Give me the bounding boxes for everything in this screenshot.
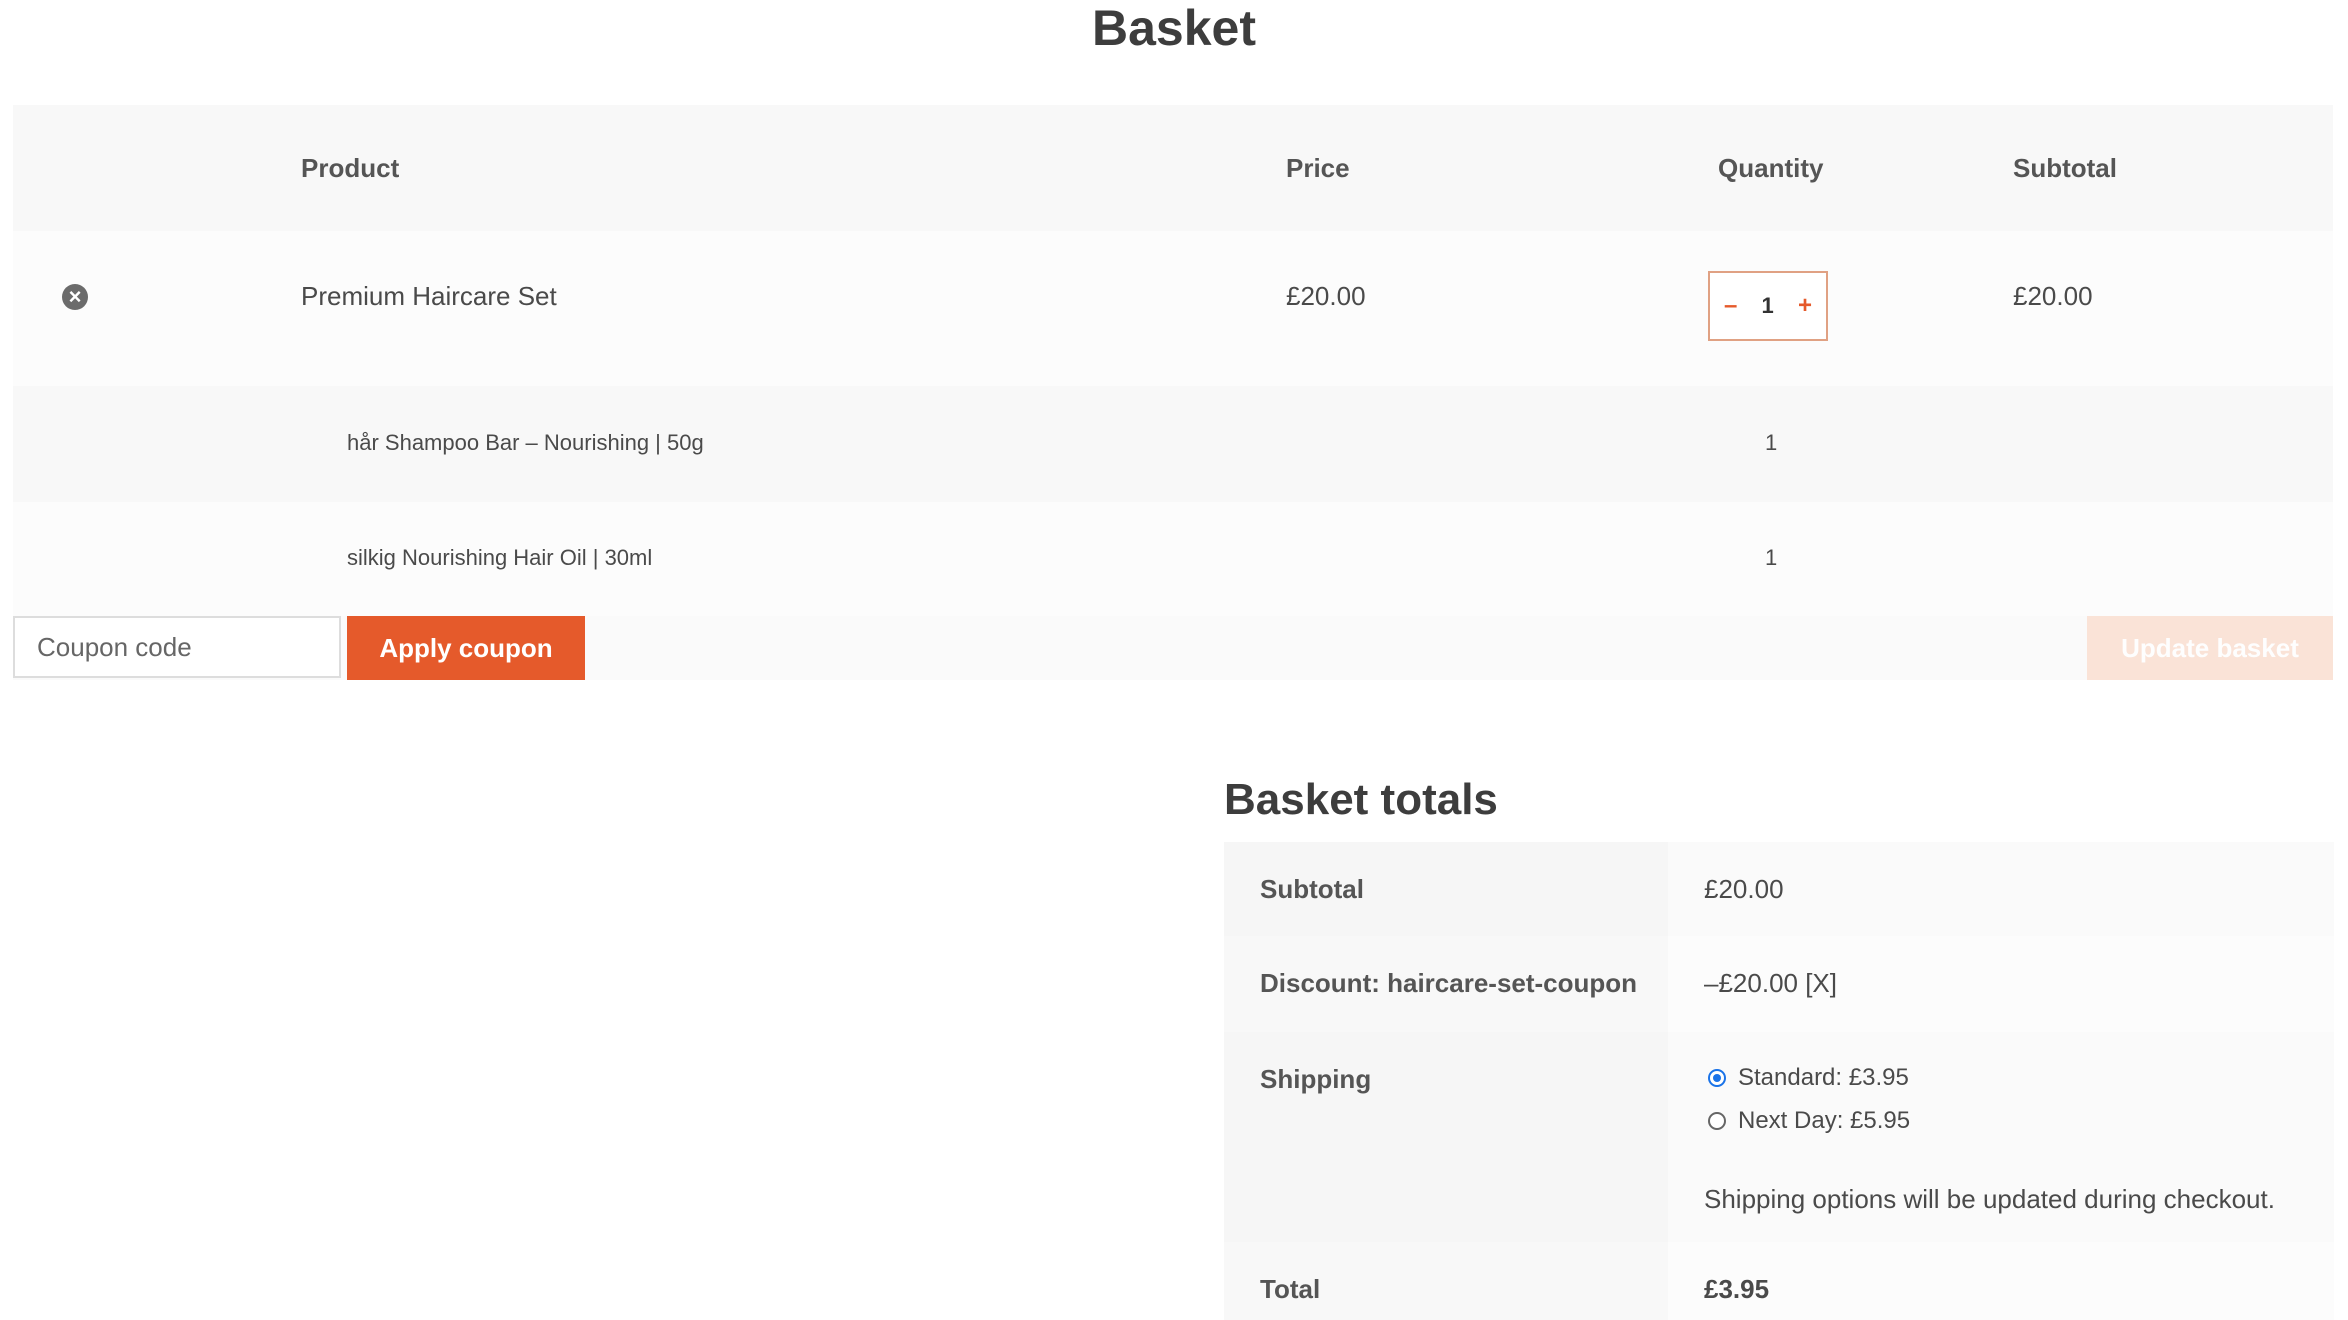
discount-label: Discount: haircare-set-coupon <box>1260 968 1638 998</box>
apply-coupon-button[interactable]: Apply coupon <box>347 616 585 680</box>
total-label: Total <box>1260 1274 1321 1304</box>
quantity-value[interactable]: 1 <box>1762 293 1774 319</box>
basket-totals-title: Basket totals <box>1224 775 1498 824</box>
bundle-item-name: silkig Nourishing Hair Oil | 30ml <box>347 545 653 570</box>
item-name[interactable]: Premium Haircare Set <box>301 281 557 312</box>
bundle-item-name: hår Shampoo Bar – Nourishing | 50g <box>347 430 704 455</box>
cart-item-row: × Premium Haircare Set £20.00 – 1 + £20.… <box>13 231 2333 386</box>
coupon-code-input[interactable] <box>13 616 341 678</box>
header-quantity: Quantity <box>1718 153 1824 183</box>
radio-selected-icon[interactable] <box>1708 1069 1726 1087</box>
item-subtotal: £20.00 <box>2013 281 2093 311</box>
page-title: Basket <box>1092 0 1256 56</box>
totals-total-row: Total £3.95 <box>1224 1242 2334 1320</box>
shipping-note: Shipping options will be updated during … <box>1704 1184 2275 1214</box>
totals-shipping-row: Shipping Standard: £3.95 Next Day: £5.95… <box>1224 1032 2334 1242</box>
header-product: Product <box>301 153 400 183</box>
bundle-item-quantity: 1 <box>1765 545 1778 570</box>
radio-unselected-icon[interactable] <box>1708 1112 1726 1130</box>
shipping-option-next-day[interactable]: Next Day: £5.95 <box>1708 1107 1910 1135</box>
total-value: £3.95 <box>1704 1274 1770 1304</box>
item-price: £20.00 <box>1286 281 1366 311</box>
subtotal-label: Subtotal <box>1260 874 1364 904</box>
shipping-option-label: Next Day: £5.95 <box>1738 1107 1911 1134</box>
discount-value[interactable]: –£20.00 [X] <box>1704 968 1837 999</box>
cart-actions: Apply coupon Update basket <box>13 616 2333 680</box>
quantity-stepper[interactable]: – 1 + <box>1708 271 1828 341</box>
header-price: Price <box>1286 153 1350 183</box>
bundle-item-row: hår Shampoo Bar – Nourishing | 50g 1 <box>13 386 2333 502</box>
shipping-option-label: Standard: £3.95 <box>1738 1064 1909 1091</box>
cart-table: Product Price Quantity Subtotal × Premiu… <box>13 105 2333 616</box>
totals-discount-row: Discount: haircare-set-coupon –£20.00 [X… <box>1224 936 2334 1032</box>
remove-item-icon[interactable]: × <box>62 284 88 310</box>
subtotal-value: £20.00 <box>1704 874 1784 904</box>
totals-subtotal-row: Subtotal £20.00 <box>1224 842 2334 936</box>
bundle-item-row: silkig Nourishing Hair Oil | 30ml 1 <box>13 502 2333 616</box>
quantity-plus-button[interactable]: + <box>1798 292 1812 320</box>
basket-totals-table: Subtotal £20.00 Discount: haircare-set-c… <box>1224 842 2334 1320</box>
update-basket-button[interactable]: Update basket <box>2087 616 2333 680</box>
bundle-item-quantity: 1 <box>1765 430 1778 455</box>
cart-header-row: Product Price Quantity Subtotal <box>13 105 2333 231</box>
shipping-option-standard[interactable]: Standard: £3.95 <box>1708 1064 1909 1092</box>
header-subtotal: Subtotal <box>2013 153 2117 183</box>
quantity-minus-button[interactable]: – <box>1724 292 1737 320</box>
shipping-label: Shipping <box>1260 1064 1372 1094</box>
